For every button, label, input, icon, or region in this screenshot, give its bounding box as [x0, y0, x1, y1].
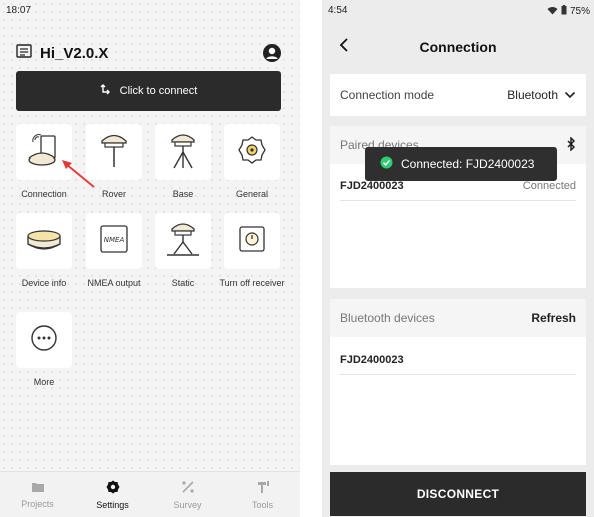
- bottom-nav: Projects Settings Survey Tools: [0, 471, 300, 517]
- connection-mode-label: Connection mode: [340, 88, 435, 102]
- tile-label-device-info: Device info: [21, 278, 67, 288]
- bluetooth-device-name: FJD2400023: [340, 353, 404, 366]
- nav-label-tools: Tools: [251, 499, 273, 510]
- rover-icon: [97, 131, 131, 174]
- static-icon: [165, 220, 201, 263]
- chevron-down-icon: [564, 88, 576, 102]
- connection-screen: 4:54 75% Connection Connection mode Blue…: [322, 0, 594, 517]
- status-bar-right: 4:54 75%: [322, 0, 594, 22]
- tools-icon: [256, 480, 270, 496]
- gear-icon: [237, 135, 267, 170]
- nav-label-settings: Settings: [96, 499, 129, 510]
- tile-label-nmea-output: NMEA output: [87, 278, 141, 288]
- tile-label-static: Static: [171, 278, 195, 288]
- tile-base[interactable]: [155, 124, 211, 180]
- bluetooth-devices-label: Bluetooth devices: [340, 311, 435, 325]
- app-title: Hi_V2.0.X: [40, 44, 109, 62]
- status-time-right: 4:54: [328, 5, 348, 16]
- annotation-arrow: [62, 160, 95, 188]
- check-circle-icon: [380, 156, 393, 172]
- nav-label-survey: Survey: [173, 499, 202, 510]
- tile-label-general: General: [235, 189, 269, 199]
- bluetooth-icon: [566, 135, 576, 154]
- tile-general[interactable]: [224, 124, 280, 180]
- battery-icon: [561, 5, 567, 18]
- tile-turn-off-receiver[interactable]: [224, 213, 280, 269]
- tile-nmea-output[interactable]: NMEA: [86, 213, 142, 269]
- connect-link-icon: [100, 83, 112, 99]
- file-menu-icon[interactable]: [16, 43, 32, 63]
- nav-label-projects: Projects: [21, 498, 54, 509]
- bluetooth-device-row[interactable]: FJD2400023: [340, 345, 576, 375]
- status-bar: 18:07: [0, 0, 300, 22]
- tile-label-turn-off-receiver: Turn off receiver: [219, 278, 285, 288]
- connection-mode-value: Bluetooth: [507, 88, 558, 102]
- tile-static[interactable]: [155, 213, 211, 269]
- hi-app-settings-screen: 18:07 Hi_V2.0.X Click to connect Connect…: [0, 0, 300, 517]
- folder-icon: [31, 481, 45, 495]
- page-header: Connection: [322, 34, 594, 60]
- connect-label: Click to connect: [119, 85, 198, 97]
- tile-device-info[interactable]: [16, 213, 72, 269]
- nav-tools[interactable]: Tools: [225, 472, 300, 517]
- battery-percent: 75%: [569, 6, 590, 17]
- tile-label-base: Base: [172, 189, 194, 199]
- status-time: 18:07: [6, 5, 32, 16]
- more-icon: [29, 323, 59, 358]
- nmea-icon: NMEA: [99, 224, 129, 259]
- page-title: Connection: [419, 39, 497, 55]
- app-bar: Hi_V2.0.X: [16, 42, 284, 64]
- nav-projects[interactable]: Projects: [0, 472, 75, 517]
- nav-settings[interactable]: Settings: [75, 472, 150, 517]
- paired-device-status: Connected: [522, 179, 576, 192]
- tile-label-rover: Rover: [101, 189, 126, 199]
- settings-icon: [106, 480, 120, 496]
- paired-device-name: FJD2400023: [340, 179, 404, 192]
- toast-message: Connected: FJD2400023: [401, 157, 535, 171]
- click-to-connect-button[interactable]: Click to connect: [16, 71, 281, 111]
- user-avatar-icon[interactable]: [262, 43, 282, 68]
- tile-label-connection: Connection: [21, 189, 67, 199]
- tile-label-more: More: [33, 377, 55, 387]
- svg-text:NMEA: NMEA: [104, 236, 125, 244]
- survey-icon: [181, 480, 195, 496]
- connected-toast: Connected: FJD2400023: [365, 147, 557, 181]
- bluetooth-devices-header: Bluetooth devices Refresh: [330, 299, 586, 337]
- wifi-icon: [547, 6, 558, 18]
- disconnect-button[interactable]: DISCONNECT: [330, 472, 586, 516]
- nav-survey[interactable]: Survey: [150, 472, 225, 517]
- refresh-button[interactable]: Refresh: [531, 311, 576, 325]
- power-icon: [237, 224, 267, 259]
- receiver-connection-icon: [24, 130, 64, 175]
- connection-mode-select[interactable]: Connection mode Bluetooth: [330, 74, 586, 116]
- base-tripod-icon: [166, 131, 200, 174]
- tile-more[interactable]: [16, 312, 72, 368]
- device-info-icon: [25, 224, 63, 259]
